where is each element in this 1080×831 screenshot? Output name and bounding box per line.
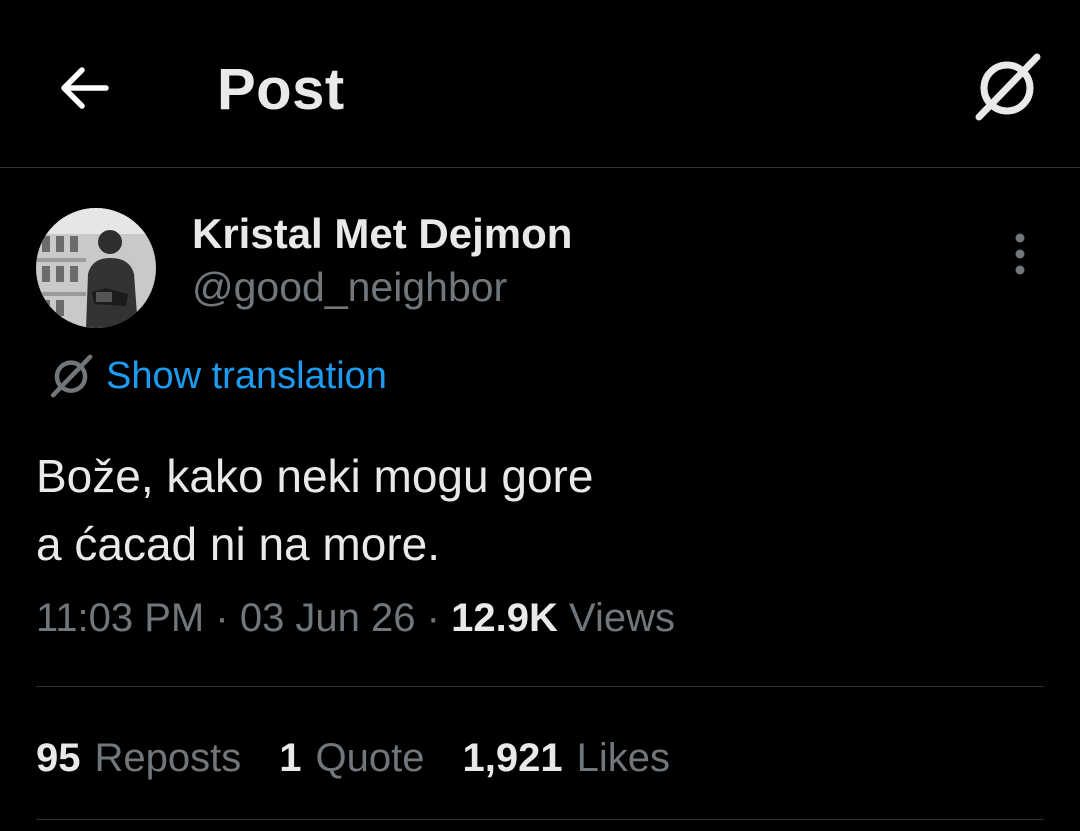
- post-text: Bože, kako neki mogu gore a ćacad ni na …: [36, 442, 1016, 578]
- likes-label: Likes: [576, 735, 670, 780]
- likes-count: 1,921: [462, 735, 563, 780]
- grok-icon: [975, 53, 1041, 121]
- show-translation-label: Show translation: [106, 354, 387, 397]
- grok-icon: [50, 354, 93, 398]
- reposts-stat[interactable]: 95 Reposts: [36, 736, 241, 781]
- reposts-label: Reposts: [94, 735, 242, 780]
- post-text-line: a ćacad ni na more.: [36, 518, 441, 570]
- separator-dot: ·: [215, 596, 229, 640]
- divider: [36, 819, 1044, 820]
- post-time[interactable]: 11:03 PM: [36, 596, 204, 640]
- author-handle[interactable]: @good_neighbor: [192, 264, 507, 311]
- top-bar: Post: [0, 0, 1080, 168]
- avatar[interactable]: [36, 208, 156, 328]
- show-translation-link[interactable]: Show translation: [48, 352, 387, 400]
- views-count[interactable]: 12.9K: [451, 596, 558, 640]
- likes-stat[interactable]: 1,921 Likes: [462, 736, 670, 781]
- divider: [36, 686, 1044, 687]
- page-title: Post: [217, 57, 345, 122]
- more-options-button[interactable]: [996, 226, 1044, 282]
- post-text-line: Bože, kako neki mogu gore: [36, 450, 594, 502]
- quotes-count: 1: [279, 735, 302, 780]
- back-button[interactable]: [52, 58, 116, 118]
- arrow-left-icon: [61, 67, 109, 109]
- more-vertical-icon: [1015, 233, 1025, 275]
- views-label: Views: [568, 596, 675, 640]
- engagement-stats: 95 Reposts 1 Quote 1,921 Likes: [36, 730, 708, 786]
- grok-translate-button[interactable]: [968, 50, 1046, 124]
- reposts-count: 95: [36, 735, 81, 780]
- author-display-name[interactable]: Kristal Met Dejmon: [192, 210, 572, 258]
- separator-dot: ·: [426, 596, 440, 640]
- post-metadata: 11:03 PM · 03 Jun 26 · 12.9K Views: [36, 596, 675, 641]
- post-date[interactable]: 03 Jun 26: [240, 596, 416, 640]
- quotes-stat[interactable]: 1 Quote: [279, 736, 424, 781]
- avatar-photo: [36, 208, 156, 328]
- quotes-label: Quote: [315, 735, 425, 780]
